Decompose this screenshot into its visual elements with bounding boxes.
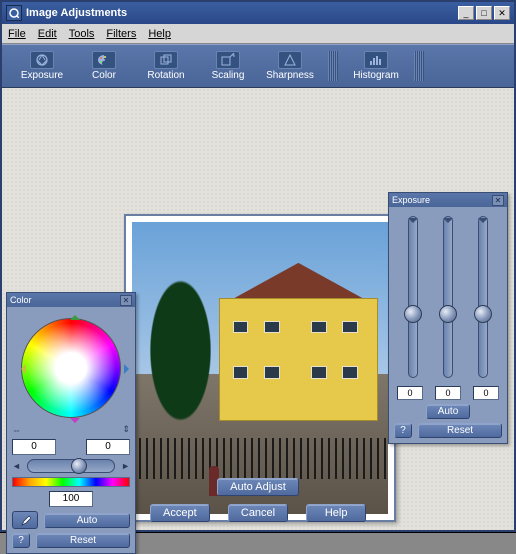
triangle-left-icon[interactable]: ◄ <box>12 461 21 471</box>
color-wheel-cursor[interactable] <box>71 368 75 372</box>
arrows-h-icon: ⇔ <box>12 425 21 435</box>
color-help-button[interactable]: ? <box>12 533 30 548</box>
toolbar-label: Sharpness <box>266 70 314 81</box>
lightness-slider[interactable] <box>27 459 115 473</box>
exposure-reset-button[interactable]: Reset <box>418 423 502 438</box>
histogram-icon <box>364 51 388 69</box>
toolbar-label: Color <box>92 70 116 81</box>
hue-marker-icon <box>16 364 26 374</box>
sharpen-icon <box>278 51 302 69</box>
color-panel-title: Color <box>10 295 120 305</box>
hue-marker-icon <box>70 310 80 320</box>
toolbar-color[interactable]: Color <box>74 46 134 86</box>
exposure-panel-titlebar[interactable]: Exposure ✕ <box>389 193 507 207</box>
close-button[interactable]: ✕ <box>494 6 510 20</box>
toolbar-label: Scaling <box>212 70 245 81</box>
minimize-button[interactable]: _ <box>458 6 474 20</box>
toolbar-exposure[interactable]: Exposure <box>12 46 72 86</box>
triangle-down-icon[interactable] <box>478 218 488 228</box>
menu-file[interactable]: File <box>8 28 26 40</box>
aperture-icon <box>30 51 54 69</box>
workspace: Color ✕ ⇔ ⇕ 0 <box>2 88 514 530</box>
toolbar-separator <box>414 51 424 81</box>
help-button[interactable]: Help <box>306 504 366 522</box>
titlebar: Image Adjustments _ □ ✕ <box>2 2 514 24</box>
app-icon <box>6 5 22 21</box>
exposure-panel: Exposure ✕ <box>388 192 508 444</box>
toolbar-label: Rotation <box>147 70 184 81</box>
arrows-v-icon: ⇕ <box>122 424 130 435</box>
toolbar-separator <box>328 51 338 81</box>
toolbar-label: Exposure <box>21 70 63 81</box>
app-window: Image Adjustments _ □ ✕ File Edit Tools … <box>0 0 516 532</box>
exposure-slider-3[interactable] <box>472 216 494 378</box>
exposure-slider-1[interactable] <box>402 216 424 378</box>
toolbar-label: Histogram <box>353 70 399 81</box>
exposure-panel-close-button[interactable]: ✕ <box>492 195 504 206</box>
exposure-value-2[interactable]: 0 <box>435 386 461 400</box>
exposure-value-1[interactable]: 0 <box>397 386 423 400</box>
color-reset-button[interactable]: Reset <box>36 533 130 548</box>
toolbar-histogram[interactable]: Histogram <box>346 46 406 86</box>
exposure-auto-button[interactable]: Auto <box>426 404 470 419</box>
slider-knob[interactable] <box>439 305 457 323</box>
palette-icon <box>92 51 116 69</box>
exposure-help-button[interactable]: ? <box>394 423 412 438</box>
triangle-down-icon[interactable] <box>408 218 418 228</box>
menu-tools[interactable]: Tools <box>69 28 95 40</box>
slider-knob[interactable] <box>404 305 422 323</box>
toolbar-scaling[interactable]: Scaling <box>198 46 258 86</box>
toolbar-sharpness[interactable]: Sharpness <box>260 46 320 86</box>
menu-filters[interactable]: Filters <box>106 28 136 40</box>
triangle-right-icon[interactable]: ► <box>121 461 130 471</box>
color-panel-titlebar[interactable]: Color ✕ <box>7 293 135 307</box>
toolbar-rotation[interactable]: Rotation <box>136 46 196 86</box>
slider-knob[interactable] <box>474 305 492 323</box>
exposure-value-3[interactable]: 0 <box>473 386 499 400</box>
sat-value[interactable]: 0 <box>86 439 130 455</box>
toolbar: Exposure Color Rotation Scaling Sharpnes… <box>2 44 514 88</box>
triangle-down-icon[interactable] <box>443 218 453 228</box>
hue-marker-icon <box>70 418 80 428</box>
cancel-button[interactable]: Cancel <box>228 504 288 522</box>
menubar: File Edit Tools Filters Help <box>2 24 514 44</box>
rotate-icon <box>154 51 178 69</box>
menu-help[interactable]: Help <box>148 28 171 40</box>
hue-value[interactable]: 0 <box>12 439 56 455</box>
color-panel-close-button[interactable]: ✕ <box>120 295 132 306</box>
auto-adjust-button[interactable]: Auto Adjust <box>217 478 299 496</box>
maximize-button[interactable]: □ <box>476 6 492 20</box>
exposure-slider-2[interactable] <box>437 216 459 378</box>
color-wheel[interactable] <box>21 318 121 418</box>
slider-knob[interactable] <box>71 458 87 474</box>
window-title: Image Adjustments <box>26 7 456 19</box>
accept-button[interactable]: Accept <box>150 504 210 522</box>
menu-edit[interactable]: Edit <box>38 28 57 40</box>
image-canvas[interactable] <box>124 214 396 522</box>
image-content <box>132 222 388 514</box>
exposure-panel-title: Exposure <box>392 195 492 205</box>
scale-icon <box>216 51 240 69</box>
hue-marker-icon <box>124 364 134 374</box>
